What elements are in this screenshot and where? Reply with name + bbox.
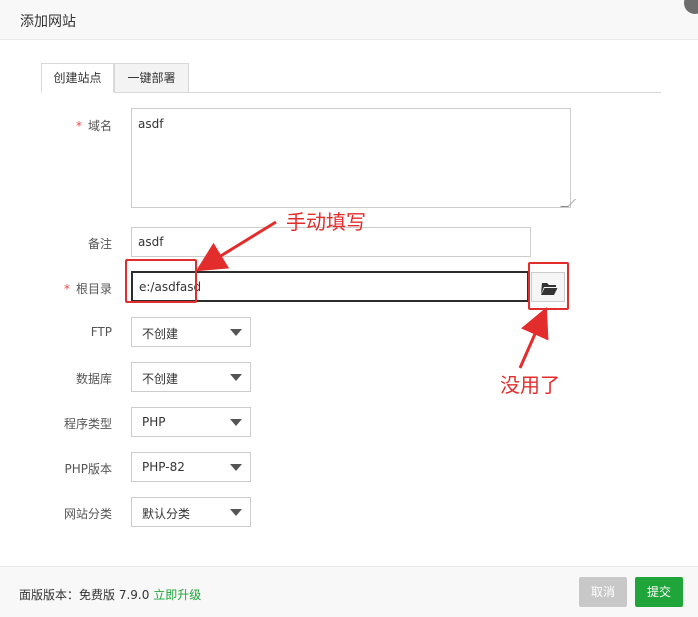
database-select-value: 不创建 [142, 372, 179, 386]
program-type-select[interactable]: PHP [131, 407, 251, 437]
chevron-down-icon [230, 374, 242, 381]
site-category-select-value: 默认分类 [142, 507, 191, 521]
dialog-footer: 面版版本：免费版 7.9.0 立即升级 取消 提交 [0, 566, 698, 617]
required-mark: * [75, 119, 82, 133]
annotation-box-folder-button [528, 262, 569, 310]
submit-button[interactable]: 提交 [635, 577, 683, 607]
ftp-select[interactable]: 不创建 [131, 317, 251, 347]
annotation-arrow-folder [518, 307, 549, 369]
annotation-not-working: 没用了 [500, 373, 560, 397]
annotation-box-root-input [125, 259, 197, 303]
php-version-select-value: PHP-82 [142, 460, 185, 474]
program-type-select-value: PHP [142, 415, 166, 429]
chevron-down-icon [230, 509, 242, 516]
annotation-manual-fill: 手动填写 [286, 210, 366, 234]
tab-bar: 创建站点 一键部署 [41, 63, 661, 93]
site-category-label: 网站分类 [63, 507, 112, 521]
database-label: 数据库 [75, 372, 112, 386]
ftp-select-value: 不创建 [142, 327, 179, 341]
add-site-dialog: 添加网站 创建站点 一键部署 *域名 asdf 备注 *根目录 FTP 不创建 … [0, 0, 698, 617]
program-type-label: 程序类型 [63, 417, 112, 431]
domain-label: * 域名 [75, 119, 112, 133]
upgrade-link[interactable]: 立即升级 [153, 588, 201, 602]
php-version-label: PHP版本 [64, 462, 113, 476]
tab-create-site[interactable]: 创建站点 [41, 63, 114, 93]
root-dir-label: * 根目录 [63, 282, 112, 296]
cancel-button[interactable]: 取消 [579, 577, 627, 607]
site-category-select[interactable]: 默认分类 [131, 497, 251, 527]
version-info: 面版版本：免费版 7.9.0 立即升级 [19, 588, 202, 602]
tab-one-click-deploy[interactable]: 一键部署 [114, 63, 189, 93]
chevron-down-icon [230, 419, 242, 426]
required-mark: * [63, 282, 70, 296]
ftp-label: FTP [90, 325, 112, 339]
php-version-select[interactable]: PHP-82 [131, 452, 251, 482]
dialog-title: 添加网站 [20, 14, 76, 30]
chevron-down-icon [230, 329, 242, 336]
remark-label: 备注 [87, 237, 112, 251]
chevron-down-icon [230, 464, 242, 471]
domain-textarea[interactable]: asdf [131, 108, 571, 208]
database-select[interactable]: 不创建 [131, 362, 251, 392]
dialog-title-bar: 添加网站 [0, 0, 698, 40]
